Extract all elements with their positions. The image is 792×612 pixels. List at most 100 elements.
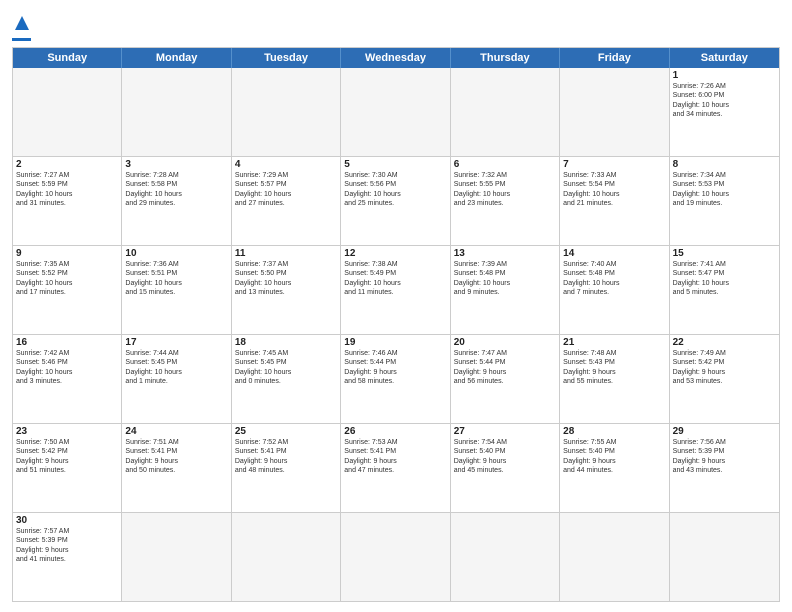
day-number: 8 <box>673 159 776 170</box>
day-cell-5: 5Sunrise: 7:30 AM Sunset: 5:56 PM Daylig… <box>341 157 450 245</box>
empty-cell <box>560 513 669 601</box>
day-info: Sunrise: 7:54 AM Sunset: 5:40 PM Dayligh… <box>454 438 556 476</box>
day-cell-6: 6Sunrise: 7:32 AM Sunset: 5:55 PM Daylig… <box>451 157 560 245</box>
header-cell-monday: Monday <box>122 48 231 68</box>
day-info: Sunrise: 7:33 AM Sunset: 5:54 PM Dayligh… <box>563 171 665 209</box>
header-cell-friday: Friday <box>560 48 669 68</box>
day-number: 12 <box>344 248 446 259</box>
logo <box>12 14 31 41</box>
header-cell-wednesday: Wednesday <box>341 48 450 68</box>
day-info: Sunrise: 7:30 AM Sunset: 5:56 PM Dayligh… <box>344 171 446 209</box>
calendar-row-4: 23Sunrise: 7:50 AM Sunset: 5:42 PM Dayli… <box>13 423 779 512</box>
logo-text <box>12 14 31 37</box>
day-number: 15 <box>673 248 776 259</box>
day-cell-7: 7Sunrise: 7:33 AM Sunset: 5:54 PM Daylig… <box>560 157 669 245</box>
empty-cell <box>232 68 341 156</box>
day-number: 7 <box>563 159 665 170</box>
calendar-row-3: 16Sunrise: 7:42 AM Sunset: 5:46 PM Dayli… <box>13 334 779 423</box>
day-cell-27: 27Sunrise: 7:54 AM Sunset: 5:40 PM Dayli… <box>451 424 560 512</box>
empty-cell <box>341 513 450 601</box>
day-cell-17: 17Sunrise: 7:44 AM Sunset: 5:45 PM Dayli… <box>122 335 231 423</box>
empty-cell <box>451 68 560 156</box>
empty-cell <box>122 68 231 156</box>
calendar-body: 1Sunrise: 7:26 AM Sunset: 6:00 PM Daylig… <box>13 68 779 601</box>
day-number: 16 <box>16 337 118 348</box>
day-number: 26 <box>344 426 446 437</box>
day-info: Sunrise: 7:40 AM Sunset: 5:48 PM Dayligh… <box>563 260 665 298</box>
day-info: Sunrise: 7:38 AM Sunset: 5:49 PM Dayligh… <box>344 260 446 298</box>
day-info: Sunrise: 7:34 AM Sunset: 5:53 PM Dayligh… <box>673 171 776 209</box>
day-info: Sunrise: 7:47 AM Sunset: 5:44 PM Dayligh… <box>454 349 556 387</box>
day-cell-3: 3Sunrise: 7:28 AM Sunset: 5:58 PM Daylig… <box>122 157 231 245</box>
day-cell-26: 26Sunrise: 7:53 AM Sunset: 5:41 PM Dayli… <box>341 424 450 512</box>
day-info: Sunrise: 7:55 AM Sunset: 5:40 PM Dayligh… <box>563 438 665 476</box>
day-number: 5 <box>344 159 446 170</box>
day-number: 25 <box>235 426 337 437</box>
day-info: Sunrise: 7:41 AM Sunset: 5:47 PM Dayligh… <box>673 260 776 298</box>
day-info: Sunrise: 7:28 AM Sunset: 5:58 PM Dayligh… <box>125 171 227 209</box>
day-info: Sunrise: 7:29 AM Sunset: 5:57 PM Dayligh… <box>235 171 337 209</box>
calendar-header-row: SundayMondayTuesdayWednesdayThursdayFrid… <box>13 48 779 68</box>
day-number: 20 <box>454 337 556 348</box>
day-number: 22 <box>673 337 776 348</box>
day-number: 27 <box>454 426 556 437</box>
calendar-row-5: 30Sunrise: 7:57 AM Sunset: 5:39 PM Dayli… <box>13 512 779 601</box>
calendar-row-1: 2Sunrise: 7:27 AM Sunset: 5:59 PM Daylig… <box>13 156 779 245</box>
day-cell-29: 29Sunrise: 7:56 AM Sunset: 5:39 PM Dayli… <box>670 424 779 512</box>
day-info: Sunrise: 7:42 AM Sunset: 5:46 PM Dayligh… <box>16 349 118 387</box>
day-number: 6 <box>454 159 556 170</box>
day-number: 11 <box>235 248 337 259</box>
day-number: 29 <box>673 426 776 437</box>
day-cell-16: 16Sunrise: 7:42 AM Sunset: 5:46 PM Dayli… <box>13 335 122 423</box>
calendar-row-0: 1Sunrise: 7:26 AM Sunset: 6:00 PM Daylig… <box>13 68 779 156</box>
empty-cell <box>122 513 231 601</box>
day-cell-23: 23Sunrise: 7:50 AM Sunset: 5:42 PM Dayli… <box>13 424 122 512</box>
page: SundayMondayTuesdayWednesdayThursdayFrid… <box>0 0 792 612</box>
day-info: Sunrise: 7:44 AM Sunset: 5:45 PM Dayligh… <box>125 349 227 387</box>
header-cell-thursday: Thursday <box>451 48 560 68</box>
day-number: 9 <box>16 248 118 259</box>
day-number: 21 <box>563 337 665 348</box>
header-cell-saturday: Saturday <box>670 48 779 68</box>
day-cell-25: 25Sunrise: 7:52 AM Sunset: 5:41 PM Dayli… <box>232 424 341 512</box>
day-cell-18: 18Sunrise: 7:45 AM Sunset: 5:45 PM Dayli… <box>232 335 341 423</box>
calendar-row-2: 9Sunrise: 7:35 AM Sunset: 5:52 PM Daylig… <box>13 245 779 334</box>
day-number: 10 <box>125 248 227 259</box>
day-info: Sunrise: 7:49 AM Sunset: 5:42 PM Dayligh… <box>673 349 776 387</box>
day-info: Sunrise: 7:46 AM Sunset: 5:44 PM Dayligh… <box>344 349 446 387</box>
empty-cell <box>232 513 341 601</box>
empty-cell <box>670 513 779 601</box>
day-cell-2: 2Sunrise: 7:27 AM Sunset: 5:59 PM Daylig… <box>13 157 122 245</box>
empty-cell <box>13 68 122 156</box>
day-info: Sunrise: 7:56 AM Sunset: 5:39 PM Dayligh… <box>673 438 776 476</box>
day-number: 4 <box>235 159 337 170</box>
day-cell-15: 15Sunrise: 7:41 AM Sunset: 5:47 PM Dayli… <box>670 246 779 334</box>
day-info: Sunrise: 7:52 AM Sunset: 5:41 PM Dayligh… <box>235 438 337 476</box>
day-info: Sunrise: 7:32 AM Sunset: 5:55 PM Dayligh… <box>454 171 556 209</box>
day-number: 17 <box>125 337 227 348</box>
day-cell-4: 4Sunrise: 7:29 AM Sunset: 5:57 PM Daylig… <box>232 157 341 245</box>
day-number: 28 <box>563 426 665 437</box>
header-cell-tuesday: Tuesday <box>232 48 341 68</box>
day-info: Sunrise: 7:45 AM Sunset: 5:45 PM Dayligh… <box>235 349 337 387</box>
day-cell-19: 19Sunrise: 7:46 AM Sunset: 5:44 PM Dayli… <box>341 335 450 423</box>
day-number: 19 <box>344 337 446 348</box>
day-cell-13: 13Sunrise: 7:39 AM Sunset: 5:48 PM Dayli… <box>451 246 560 334</box>
day-info: Sunrise: 7:35 AM Sunset: 5:52 PM Dayligh… <box>16 260 118 298</box>
calendar: SundayMondayTuesdayWednesdayThursdayFrid… <box>12 47 780 602</box>
day-info: Sunrise: 7:48 AM Sunset: 5:43 PM Dayligh… <box>563 349 665 387</box>
day-number: 13 <box>454 248 556 259</box>
day-info: Sunrise: 7:53 AM Sunset: 5:41 PM Dayligh… <box>344 438 446 476</box>
day-number: 18 <box>235 337 337 348</box>
day-number: 24 <box>125 426 227 437</box>
day-cell-14: 14Sunrise: 7:40 AM Sunset: 5:48 PM Dayli… <box>560 246 669 334</box>
empty-cell <box>451 513 560 601</box>
day-cell-20: 20Sunrise: 7:47 AM Sunset: 5:44 PM Dayli… <box>451 335 560 423</box>
day-info: Sunrise: 7:26 AM Sunset: 6:00 PM Dayligh… <box>673 82 776 120</box>
day-number: 3 <box>125 159 227 170</box>
empty-cell <box>341 68 450 156</box>
day-info: Sunrise: 7:57 AM Sunset: 5:39 PM Dayligh… <box>16 527 118 565</box>
logo-triangle-icon <box>15 14 29 35</box>
header <box>12 10 780 41</box>
day-cell-12: 12Sunrise: 7:38 AM Sunset: 5:49 PM Dayli… <box>341 246 450 334</box>
